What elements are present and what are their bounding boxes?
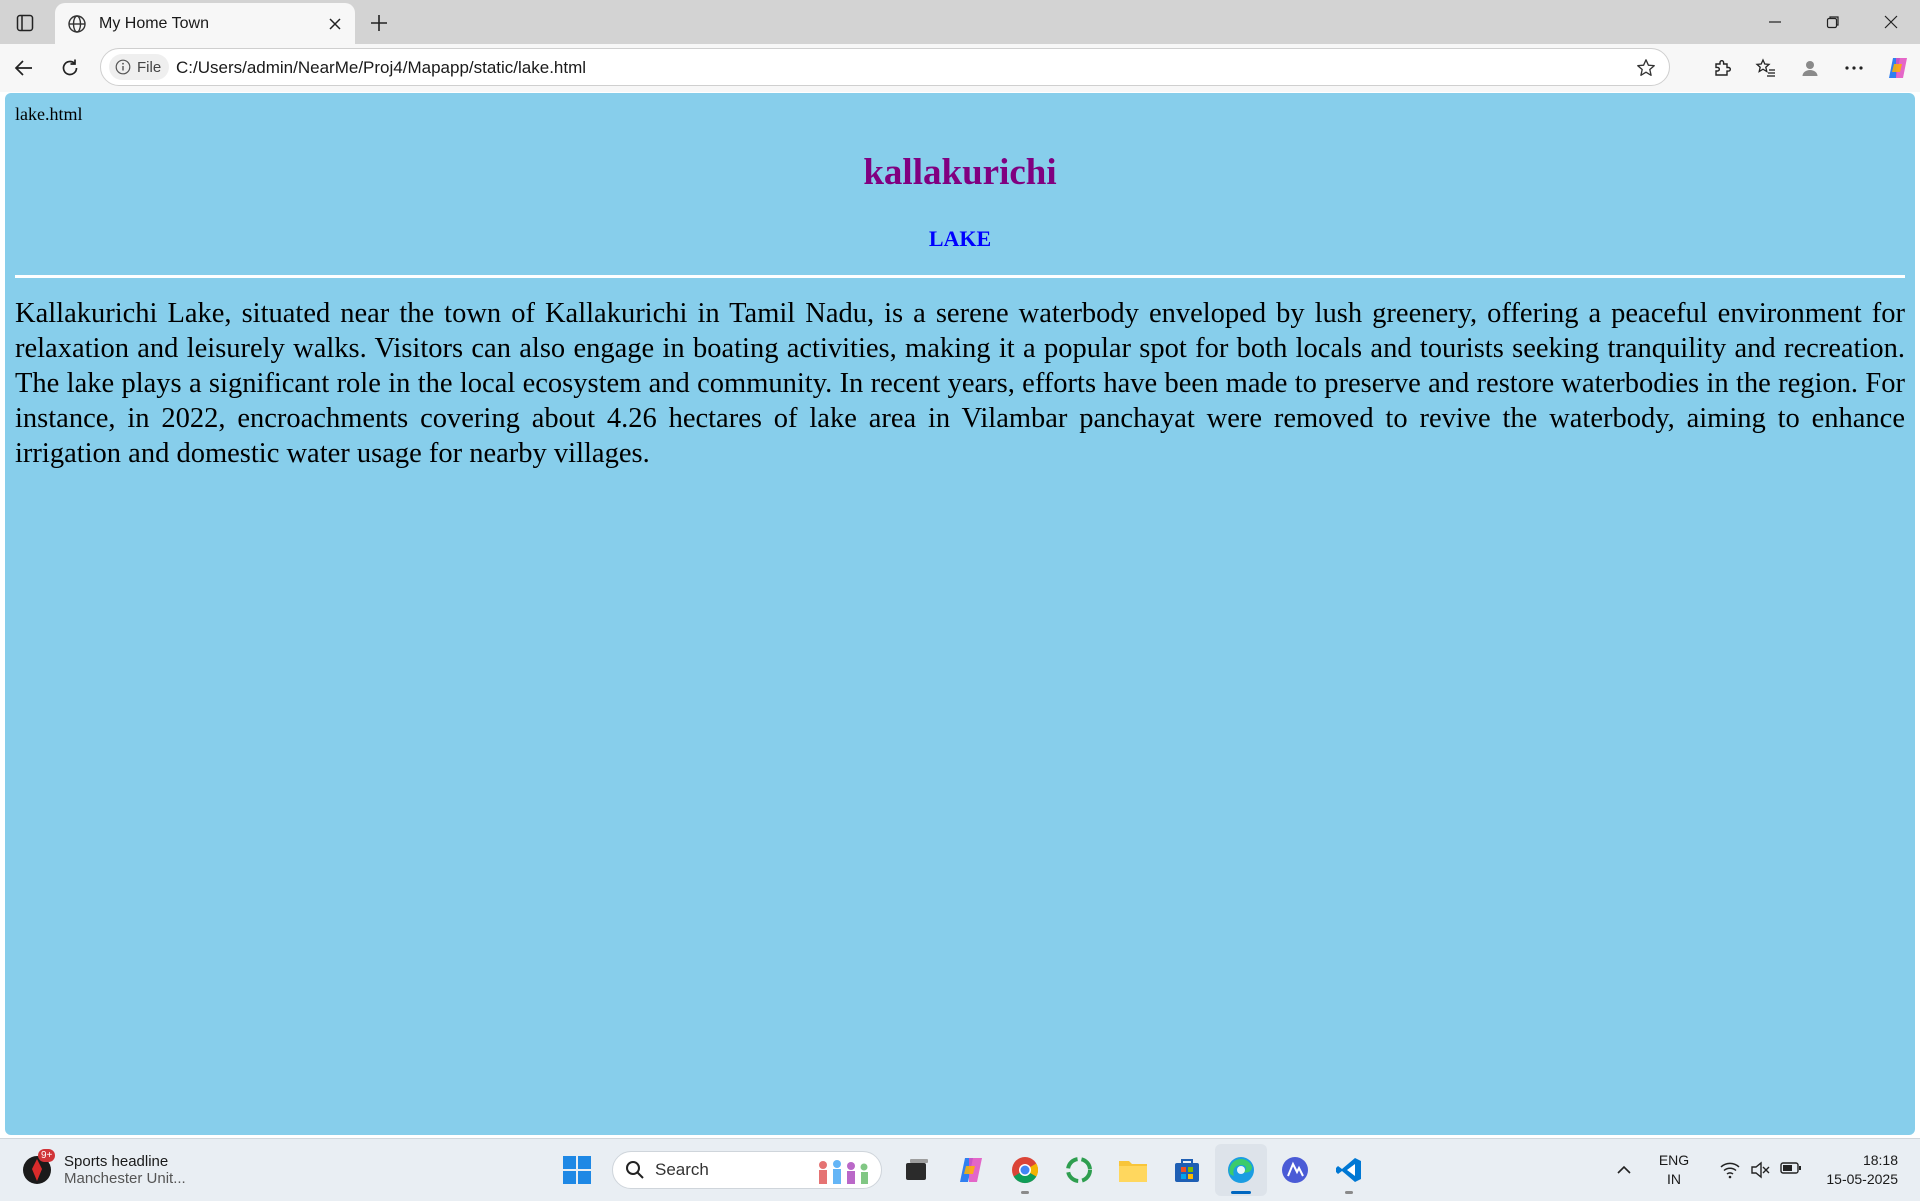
edge-button[interactable]	[1215, 1144, 1267, 1196]
show-hidden-icons-button[interactable]	[1604, 1165, 1644, 1175]
running-indicator	[1021, 1191, 1029, 1194]
sync-app-button[interactable]	[1053, 1144, 1105, 1196]
site-info-label: File	[137, 58, 162, 76]
vscode-icon	[1336, 1158, 1361, 1182]
reload-button[interactable]	[54, 52, 86, 84]
quick-settings-button[interactable]	[1720, 1161, 1802, 1179]
browser-tab-active[interactable]: My Home Town	[55, 3, 355, 44]
system-tray: ENG IN 18:18 15-05-2025	[1604, 1139, 1920, 1201]
store-icon	[1175, 1159, 1199, 1182]
page-title: kallakurichi	[863, 152, 1057, 193]
widget-subtitle: Manchester Unit...	[64, 1170, 186, 1187]
copilot-app-icon	[960, 1158, 982, 1182]
store-button[interactable]	[1161, 1144, 1213, 1196]
lake-description: Kallakurichi Lake, situated near the tow…	[15, 298, 1905, 469]
browser-toolbar: File C:/Users/admin/NearMe/Proj4/Mapapp/…	[0, 44, 1920, 92]
clock[interactable]: 18:18 15-05-2025	[1818, 1151, 1898, 1189]
new-tab-button[interactable]	[362, 6, 396, 40]
clock-date: 15-05-2025	[1826, 1171, 1898, 1187]
globe-icon	[65, 12, 89, 36]
windows-logo-icon	[563, 1156, 591, 1184]
language-code: ENG	[1658, 1152, 1690, 1168]
chrome-icon	[1012, 1157, 1039, 1184]
puzzle-icon	[1715, 60, 1731, 76]
dev-app-icon	[1282, 1157, 1308, 1183]
star-icon	[1637, 59, 1655, 76]
battery-icon	[1780, 1162, 1801, 1174]
tab-actions-icon	[16, 14, 34, 32]
notification-badge: 9+	[38, 1149, 56, 1162]
chrome-button[interactable]	[999, 1144, 1051, 1196]
windows-taskbar: 9+ Sports headline Manchester Unit... Se…	[0, 1138, 1920, 1201]
vscode-button[interactable]	[1323, 1144, 1375, 1196]
copilot-button[interactable]	[1876, 48, 1920, 88]
profile-button[interactable]	[1788, 48, 1832, 88]
folder-icon	[1119, 1161, 1147, 1182]
dev-app-button[interactable]	[1269, 1144, 1321, 1196]
favorites-list-icon	[1755, 58, 1775, 77]
arrow-left-icon	[14, 60, 32, 76]
page-subtitle: LAKE	[928, 226, 992, 251]
copilot-app-button[interactable]	[945, 1144, 997, 1196]
address-bar[interactable]: File C:/Users/admin/NearMe/Proj4/Mapapp/…	[100, 48, 1670, 86]
file-explorer-button[interactable]	[1107, 1144, 1159, 1196]
page-viewport: lake.html kallakurichi LAKE Kallakurichi…	[5, 93, 1915, 1135]
taskbar-apps: Search	[550, 1139, 1376, 1201]
speaker-muted-icon	[1751, 1161, 1770, 1179]
minimize-button[interactable]	[1746, 0, 1804, 44]
tab-actions-button[interactable]	[8, 6, 42, 40]
close-window-button[interactable]	[1862, 0, 1920, 44]
favorites-button[interactable]	[1744, 48, 1788, 88]
toolbar-icons	[1700, 48, 1920, 88]
close-icon	[1884, 15, 1898, 29]
edge-icon	[1228, 1157, 1254, 1183]
browser-titlebar: My Home Town	[0, 0, 1920, 44]
window-controls	[1746, 0, 1920, 44]
region-code: IN	[1667, 1171, 1681, 1187]
people-illustration-icon	[819, 1160, 868, 1184]
task-view-icon	[906, 1159, 928, 1180]
extensions-button[interactable]	[1700, 48, 1744, 88]
copilot-icon	[1889, 58, 1907, 78]
ellipsis-icon	[1845, 66, 1863, 70]
start-button[interactable]	[551, 1144, 603, 1196]
close-tab-icon[interactable]	[321, 10, 349, 38]
restore-button[interactable]	[1804, 0, 1862, 44]
news-widget[interactable]: 9+ Sports headline Manchester Unit...	[20, 1147, 186, 1193]
url-text[interactable]: C:/Users/admin/NearMe/Proj4/Mapapp/stati…	[176, 58, 586, 78]
taskbar-search[interactable]: Search	[612, 1151, 882, 1189]
file-name-text: lake.html	[15, 104, 83, 124]
search-label: Search	[655, 1160, 709, 1179]
info-icon	[115, 59, 131, 75]
plus-icon	[371, 15, 387, 31]
chevron-up-icon	[1617, 1165, 1631, 1174]
task-view-button[interactable]	[891, 1144, 943, 1196]
language-indicator[interactable]: ENG IN	[1644, 1151, 1704, 1189]
search-icon	[626, 1161, 644, 1179]
more-options-button[interactable]	[1832, 48, 1876, 88]
widget-title: Sports headline	[64, 1153, 169, 1170]
reload-icon	[62, 59, 78, 76]
site-info-button[interactable]: File	[109, 54, 170, 80]
sports-widget-icon: 9+	[20, 1149, 56, 1187]
running-indicator	[1345, 1191, 1353, 1194]
favorite-button[interactable]	[1633, 55, 1659, 81]
minimize-icon	[1769, 21, 1781, 23]
circular-arrows-icon	[1066, 1157, 1092, 1183]
tab-title: My Home Town	[99, 14, 209, 32]
profile-icon	[1802, 61, 1818, 76]
active-indicator	[1231, 1191, 1251, 1194]
back-button[interactable]	[8, 52, 40, 84]
wifi-icon	[1720, 1162, 1740, 1179]
horizontal-rule	[15, 275, 1905, 278]
restore-icon	[1826, 16, 1839, 29]
clock-time: 18:18	[1862, 1152, 1898, 1168]
